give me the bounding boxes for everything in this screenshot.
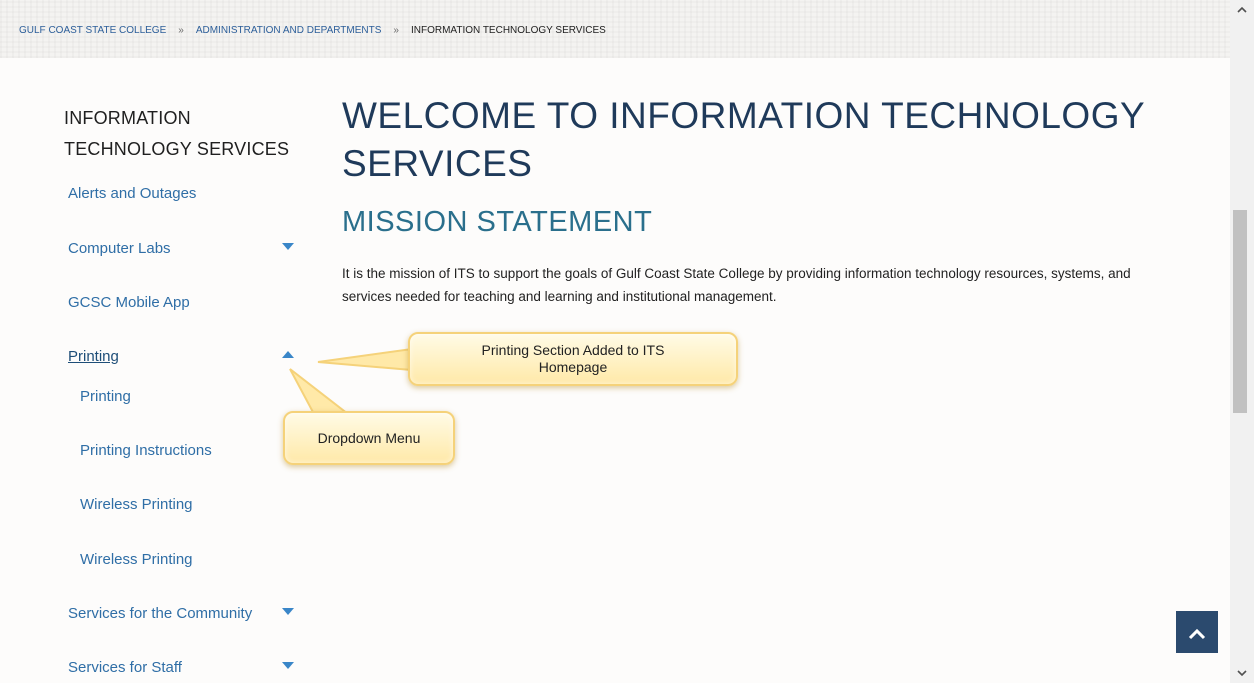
scroll-up-arrow-glyph — [1237, 6, 1247, 13]
callout-pointer-dropdown — [289, 368, 351, 415]
scrollbar-thumb[interactable] — [1233, 210, 1247, 413]
chevron-up-icon — [1188, 628, 1206, 640]
scroll-down-arrow-glyph — [1237, 670, 1247, 677]
scroll-up-arrow-icon[interactable] — [1230, 0, 1254, 20]
callout-pointer-printing-section — [317, 347, 413, 372]
callout-printing-section: Printing Section Added to ITS Homepage — [408, 332, 738, 386]
callout-printing-section-text: Printing Section Added to ITS Homepage — [481, 342, 665, 375]
back-to-top-button[interactable] — [1176, 611, 1218, 653]
callout-dropdown-text: Dropdown Menu — [317, 430, 421, 446]
callout-dropdown-menu: Dropdown Menu — [283, 411, 455, 465]
scroll-down-arrow-icon[interactable] — [1230, 663, 1254, 683]
